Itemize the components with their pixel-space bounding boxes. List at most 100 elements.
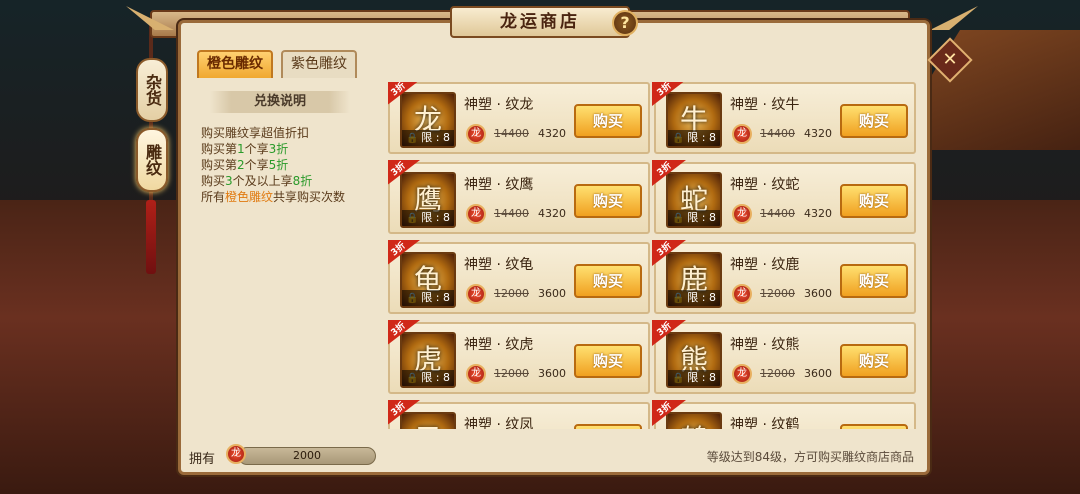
item-glyph: 凤 bbox=[402, 418, 454, 429]
info-title: 兑换说明 bbox=[210, 91, 350, 113]
info-text-part: 共享购买次数 bbox=[273, 190, 346, 204]
info-line: 购买雕纹享超值折扣 bbox=[201, 126, 310, 140]
info-text-part: 购买第 bbox=[201, 142, 238, 156]
dragon-coin-icon: 龙 bbox=[466, 284, 486, 304]
buy-button[interactable]: 购买 bbox=[574, 184, 642, 218]
bear-icon: 熊🔒限 : 8 bbox=[666, 332, 722, 388]
info-text-part: 个享 bbox=[244, 142, 269, 156]
item-name: 神塑 · 纹鹿 bbox=[730, 257, 800, 273]
item-name: 神塑 · 纹鹰 bbox=[464, 177, 534, 193]
info-highlight: 3 bbox=[225, 174, 233, 188]
side-tab-carving[interactable]: 雕纹 bbox=[136, 128, 168, 192]
eagle-icon: 鹰🔒限 : 8 bbox=[400, 172, 456, 228]
dragon-coin-icon: 龙 bbox=[226, 444, 246, 464]
item-card[interactable]: 龙🔒限 : 83折神塑 · 纹龙龙144004320购买 bbox=[388, 82, 650, 154]
purchase-limit: 限 : 8 bbox=[402, 130, 454, 146]
snake-icon: 蛇🔒限 : 8 bbox=[666, 172, 722, 228]
purchase-limit: 限 : 8 bbox=[402, 370, 454, 386]
info-text-part: 个享 bbox=[244, 158, 269, 172]
original-price: 12000 bbox=[494, 367, 529, 380]
buy-button[interactable]: 购买 bbox=[574, 344, 642, 378]
item-name: 神塑 · 纹凤 bbox=[464, 417, 534, 429]
item-card[interactable]: 凤🔒限 : 83折神塑 · 纹凤龙120003600购买 bbox=[388, 400, 650, 429]
purchase-limit: 限 : 8 bbox=[668, 130, 720, 146]
discounted-price: 4320 bbox=[538, 127, 566, 140]
buy-button[interactable]: 购买 bbox=[574, 264, 642, 298]
buy-button[interactable]: 购买 bbox=[840, 424, 908, 429]
buy-button[interactable]: 购买 bbox=[574, 424, 642, 429]
dragon-coin-icon: 龙 bbox=[466, 204, 486, 224]
turtle-icon: 龟🔒限 : 8 bbox=[400, 252, 456, 308]
info-highlight: 8折 bbox=[292, 174, 313, 188]
item-grid[interactable]: 龙🔒限 : 83折神塑 · 纹龙龙144004320购买牛🔒限 : 83折神塑 … bbox=[388, 82, 920, 429]
info-text-part: 购买 bbox=[201, 174, 226, 188]
tassel-ornament bbox=[146, 200, 156, 274]
side-tab-misc[interactable]: 杂货 bbox=[136, 58, 168, 122]
discounted-price: 4320 bbox=[804, 207, 832, 220]
info-text-part: 所有 bbox=[201, 190, 226, 204]
info-highlight: 橙色雕纹 bbox=[225, 190, 274, 204]
purchase-limit: 限 : 8 bbox=[402, 290, 454, 306]
currency-amount: 2000 bbox=[238, 447, 376, 465]
original-price: 14400 bbox=[494, 127, 529, 140]
item-name: 神塑 · 纹鹤 bbox=[730, 417, 800, 429]
close-icon: ✕ bbox=[942, 49, 958, 70]
dragon-coin-icon: 龙 bbox=[466, 124, 486, 144]
original-price: 14400 bbox=[760, 127, 795, 140]
item-card[interactable]: 鹿🔒限 : 83折神塑 · 纹鹿龙120003600购买 bbox=[652, 240, 916, 314]
dragon-coin-icon: 龙 bbox=[732, 364, 752, 384]
info-highlight: 5折 bbox=[268, 158, 289, 172]
item-card[interactable]: 蛇🔒限 : 83折神塑 · 纹蛇龙144004320购买 bbox=[652, 160, 916, 234]
info-line: 所有橙色雕纹共享购买次数 bbox=[201, 189, 345, 205]
ox-icon: 牛🔒限 : 8 bbox=[666, 92, 722, 148]
deer-icon: 鹿🔒限 : 8 bbox=[666, 252, 722, 308]
crane-icon: 鹤🔒限 : 8 bbox=[666, 412, 722, 429]
item-card[interactable]: 熊🔒限 : 83折神塑 · 纹熊龙120003600购买 bbox=[652, 320, 916, 394]
purchase-limit: 限 : 8 bbox=[668, 290, 720, 306]
discounted-price: 3600 bbox=[804, 287, 832, 300]
discounted-price: 3600 bbox=[538, 367, 566, 380]
dragon-coin-icon: 龙 bbox=[466, 364, 486, 384]
tab-orange-carving[interactable]: 橙色雕纹 bbox=[197, 50, 273, 78]
original-price: 12000 bbox=[760, 367, 795, 380]
info-highlight: 1 bbox=[237, 142, 245, 156]
level-requirement-note: 等级达到84级，方可购买雕纹商店商品 bbox=[706, 450, 914, 464]
buy-button[interactable]: 购买 bbox=[840, 104, 908, 138]
item-name: 神塑 · 纹龟 bbox=[464, 257, 534, 273]
dragon-coin-icon: 龙 bbox=[732, 124, 752, 144]
info-highlight: 2 bbox=[237, 158, 245, 172]
own-label: 拥有 bbox=[189, 452, 216, 467]
purchase-limit: 限 : 8 bbox=[402, 210, 454, 226]
item-glyph: 鹤 bbox=[668, 418, 720, 429]
item-card[interactable]: 龟🔒限 : 83折神塑 · 纹龟龙120003600购买 bbox=[388, 240, 650, 314]
phoenix-icon: 凤🔒限 : 8 bbox=[400, 412, 456, 429]
item-card[interactable]: 虎🔒限 : 83折神塑 · 纹虎龙120003600购买 bbox=[388, 320, 650, 394]
item-card[interactable]: 鹰🔒限 : 83折神塑 · 纹鹰龙144004320购买 bbox=[388, 160, 650, 234]
item-card[interactable]: 鹤🔒限 : 83折神塑 · 纹鹤龙120003600购买 bbox=[652, 400, 916, 429]
original-price: 14400 bbox=[760, 207, 795, 220]
original-price: 12000 bbox=[494, 287, 529, 300]
dragon-coin-icon: 龙 bbox=[732, 204, 752, 224]
buy-button[interactable]: 购买 bbox=[840, 184, 908, 218]
buy-button[interactable]: 购买 bbox=[574, 104, 642, 138]
purchase-limit: 限 : 8 bbox=[668, 210, 720, 226]
shop-title: 龙运商店 bbox=[450, 6, 630, 38]
item-name: 神塑 · 纹虎 bbox=[464, 337, 534, 353]
item-name: 神塑 · 纹蛇 bbox=[730, 177, 800, 193]
discounted-price: 3600 bbox=[538, 287, 566, 300]
info-line: 购买第2个享5折 bbox=[201, 157, 345, 173]
original-price: 14400 bbox=[494, 207, 529, 220]
tiger-icon: 虎🔒限 : 8 bbox=[400, 332, 456, 388]
info-line: 购买第1个享3折 bbox=[201, 141, 345, 157]
item-name: 神塑 · 纹熊 bbox=[730, 337, 800, 353]
item-card[interactable]: 牛🔒限 : 83折神塑 · 纹牛龙144004320购买 bbox=[652, 82, 916, 154]
buy-button[interactable]: 购买 bbox=[840, 264, 908, 298]
discounted-price: 3600 bbox=[804, 367, 832, 380]
tab-purple-carving[interactable]: 紫色雕纹 bbox=[281, 50, 357, 78]
info-text-part: 个及以上享 bbox=[232, 174, 293, 188]
dragon-coin-icon: 龙 bbox=[732, 284, 752, 304]
help-button[interactable]: ? bbox=[612, 10, 638, 36]
info-text: 购买雕纹享超值折扣 购买第1个享3折 购买第2个享5折 购买3个及以上享8折 所… bbox=[201, 125, 345, 205]
purchase-limit: 限 : 8 bbox=[668, 370, 720, 386]
buy-button[interactable]: 购买 bbox=[840, 344, 908, 378]
